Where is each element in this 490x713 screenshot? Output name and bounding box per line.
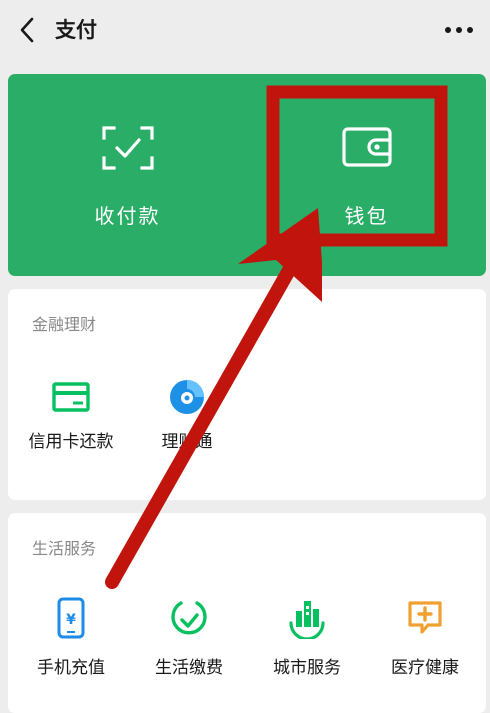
bill-check-icon [171,601,207,635]
bill-payment-button[interactable]: 生活缴费 [130,597,248,697]
credit-card-repay-label: 信用卡还款 [28,432,114,452]
phone-recharge-icon: ¥ [57,597,85,639]
licaitong-label: 理财通 [161,432,213,452]
phone-recharge-label: 手机充值 [37,658,105,678]
life-section-title: 生活服务 [32,539,97,558]
wallet-icon [341,127,392,167]
bill-payment-label: 生活缴费 [155,658,223,678]
finance-section-title: 金融理财 [32,315,97,334]
medical-chat-icon [408,601,442,634]
receive-pay-button[interactable]: 收付款 [8,74,247,276]
more-button[interactable] [442,16,476,44]
page-title: 支付 [55,18,97,42]
medical-health-button[interactable]: 医疗健康 [366,597,484,697]
finance-section: 金融理财 信用卡还款 理财通 [8,289,486,500]
top-bar: 支付 [0,0,490,62]
pay-card: 收付款 钱包 [8,74,486,276]
credit-card-icon [52,382,90,412]
medical-health-label: 医疗健康 [391,658,459,678]
chevron-left-icon [20,17,34,43]
city-building-icon [289,601,325,639]
city-services-label: 城市服务 [273,658,341,678]
scan-check-icon [101,126,154,170]
svg-text:¥: ¥ [66,612,76,628]
wallet-button[interactable]: 钱包 [247,74,486,276]
licaitong-button[interactable]: 理财通 [128,375,246,475]
more-dots-icon [445,27,473,33]
wallet-label: 钱包 [344,204,389,228]
city-services-button[interactable]: 城市服务 [248,597,366,697]
life-services-section: 生活服务 ¥ 手机充值 生活缴费 城市服务 医疗健康 [8,513,486,713]
credit-card-repay-button[interactable]: 信用卡还款 [12,375,130,475]
receive-pay-label: 收付款 [94,204,161,228]
back-button[interactable] [12,14,42,46]
licaitong-icon [170,380,204,414]
phone-recharge-button[interactable]: ¥ 手机充值 [12,597,130,697]
